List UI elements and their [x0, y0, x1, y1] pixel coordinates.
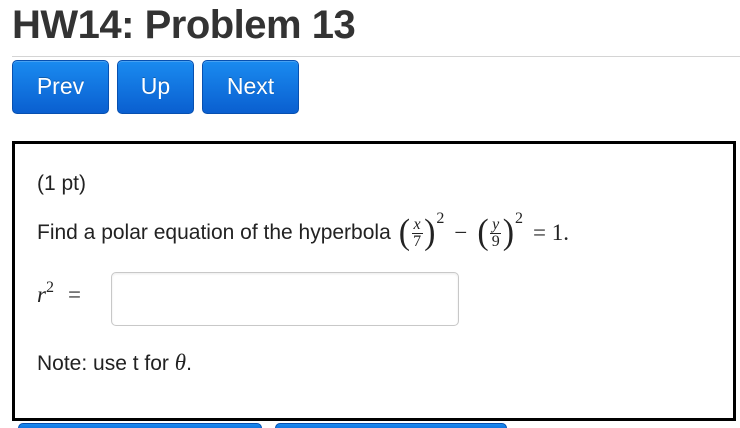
- close-paren-2: ): [502, 213, 515, 252]
- answer-exponent: 2: [45, 279, 54, 296]
- bottom-button-left[interactable]: [18, 423, 262, 428]
- question-text: Find a polar equation of the hyperbola: [37, 221, 391, 244]
- open-paren-2: (: [477, 213, 489, 252]
- minus-sign: −: [454, 220, 468, 245]
- exponent-2: 2: [515, 210, 524, 227]
- next-button[interactable]: Next: [202, 60, 299, 114]
- note: Note: use t for θ.: [37, 350, 192, 376]
- theta-symbol: θ: [174, 350, 187, 375]
- page-title: HW14: Problem 13: [12, 3, 356, 47]
- fraction-y: y 9: [490, 215, 502, 250]
- prev-button[interactable]: Prev: [12, 60, 109, 114]
- fraction-y-numerator: y: [490, 215, 502, 234]
- fraction-y-denominator: 9: [491, 232, 500, 250]
- close-paren: ): [424, 213, 436, 252]
- fraction-x-denominator: 7: [413, 232, 422, 250]
- exponent-1: 2: [436, 210, 445, 227]
- equals-one: = 1.: [533, 220, 570, 245]
- answer-label: r2 =: [37, 279, 81, 308]
- note-text: Note: use t for: [37, 352, 169, 375]
- fraction-x-numerator: x: [411, 215, 423, 234]
- fraction-x: x 7: [411, 215, 423, 250]
- bottom-button-right[interactable]: [275, 423, 507, 428]
- answer-equals: =: [67, 282, 81, 307]
- note-end: .: [186, 352, 192, 375]
- answer-variable: r: [37, 282, 46, 307]
- open-paren: (: [398, 213, 411, 252]
- title-divider: [12, 56, 740, 57]
- up-button[interactable]: Up: [117, 60, 194, 114]
- problem-question: Find a polar equation of the hyperbola (…: [37, 210, 579, 252]
- hyperbola-equation: ( x 7 ) 2 − ( y 9 ) 2 = 1.: [398, 210, 579, 252]
- problem-points: (1 pt): [37, 172, 87, 195]
- answer-input[interactable]: [111, 272, 459, 326]
- problem-box: (1 pt) Find a polar equation of the hype…: [12, 141, 736, 421]
